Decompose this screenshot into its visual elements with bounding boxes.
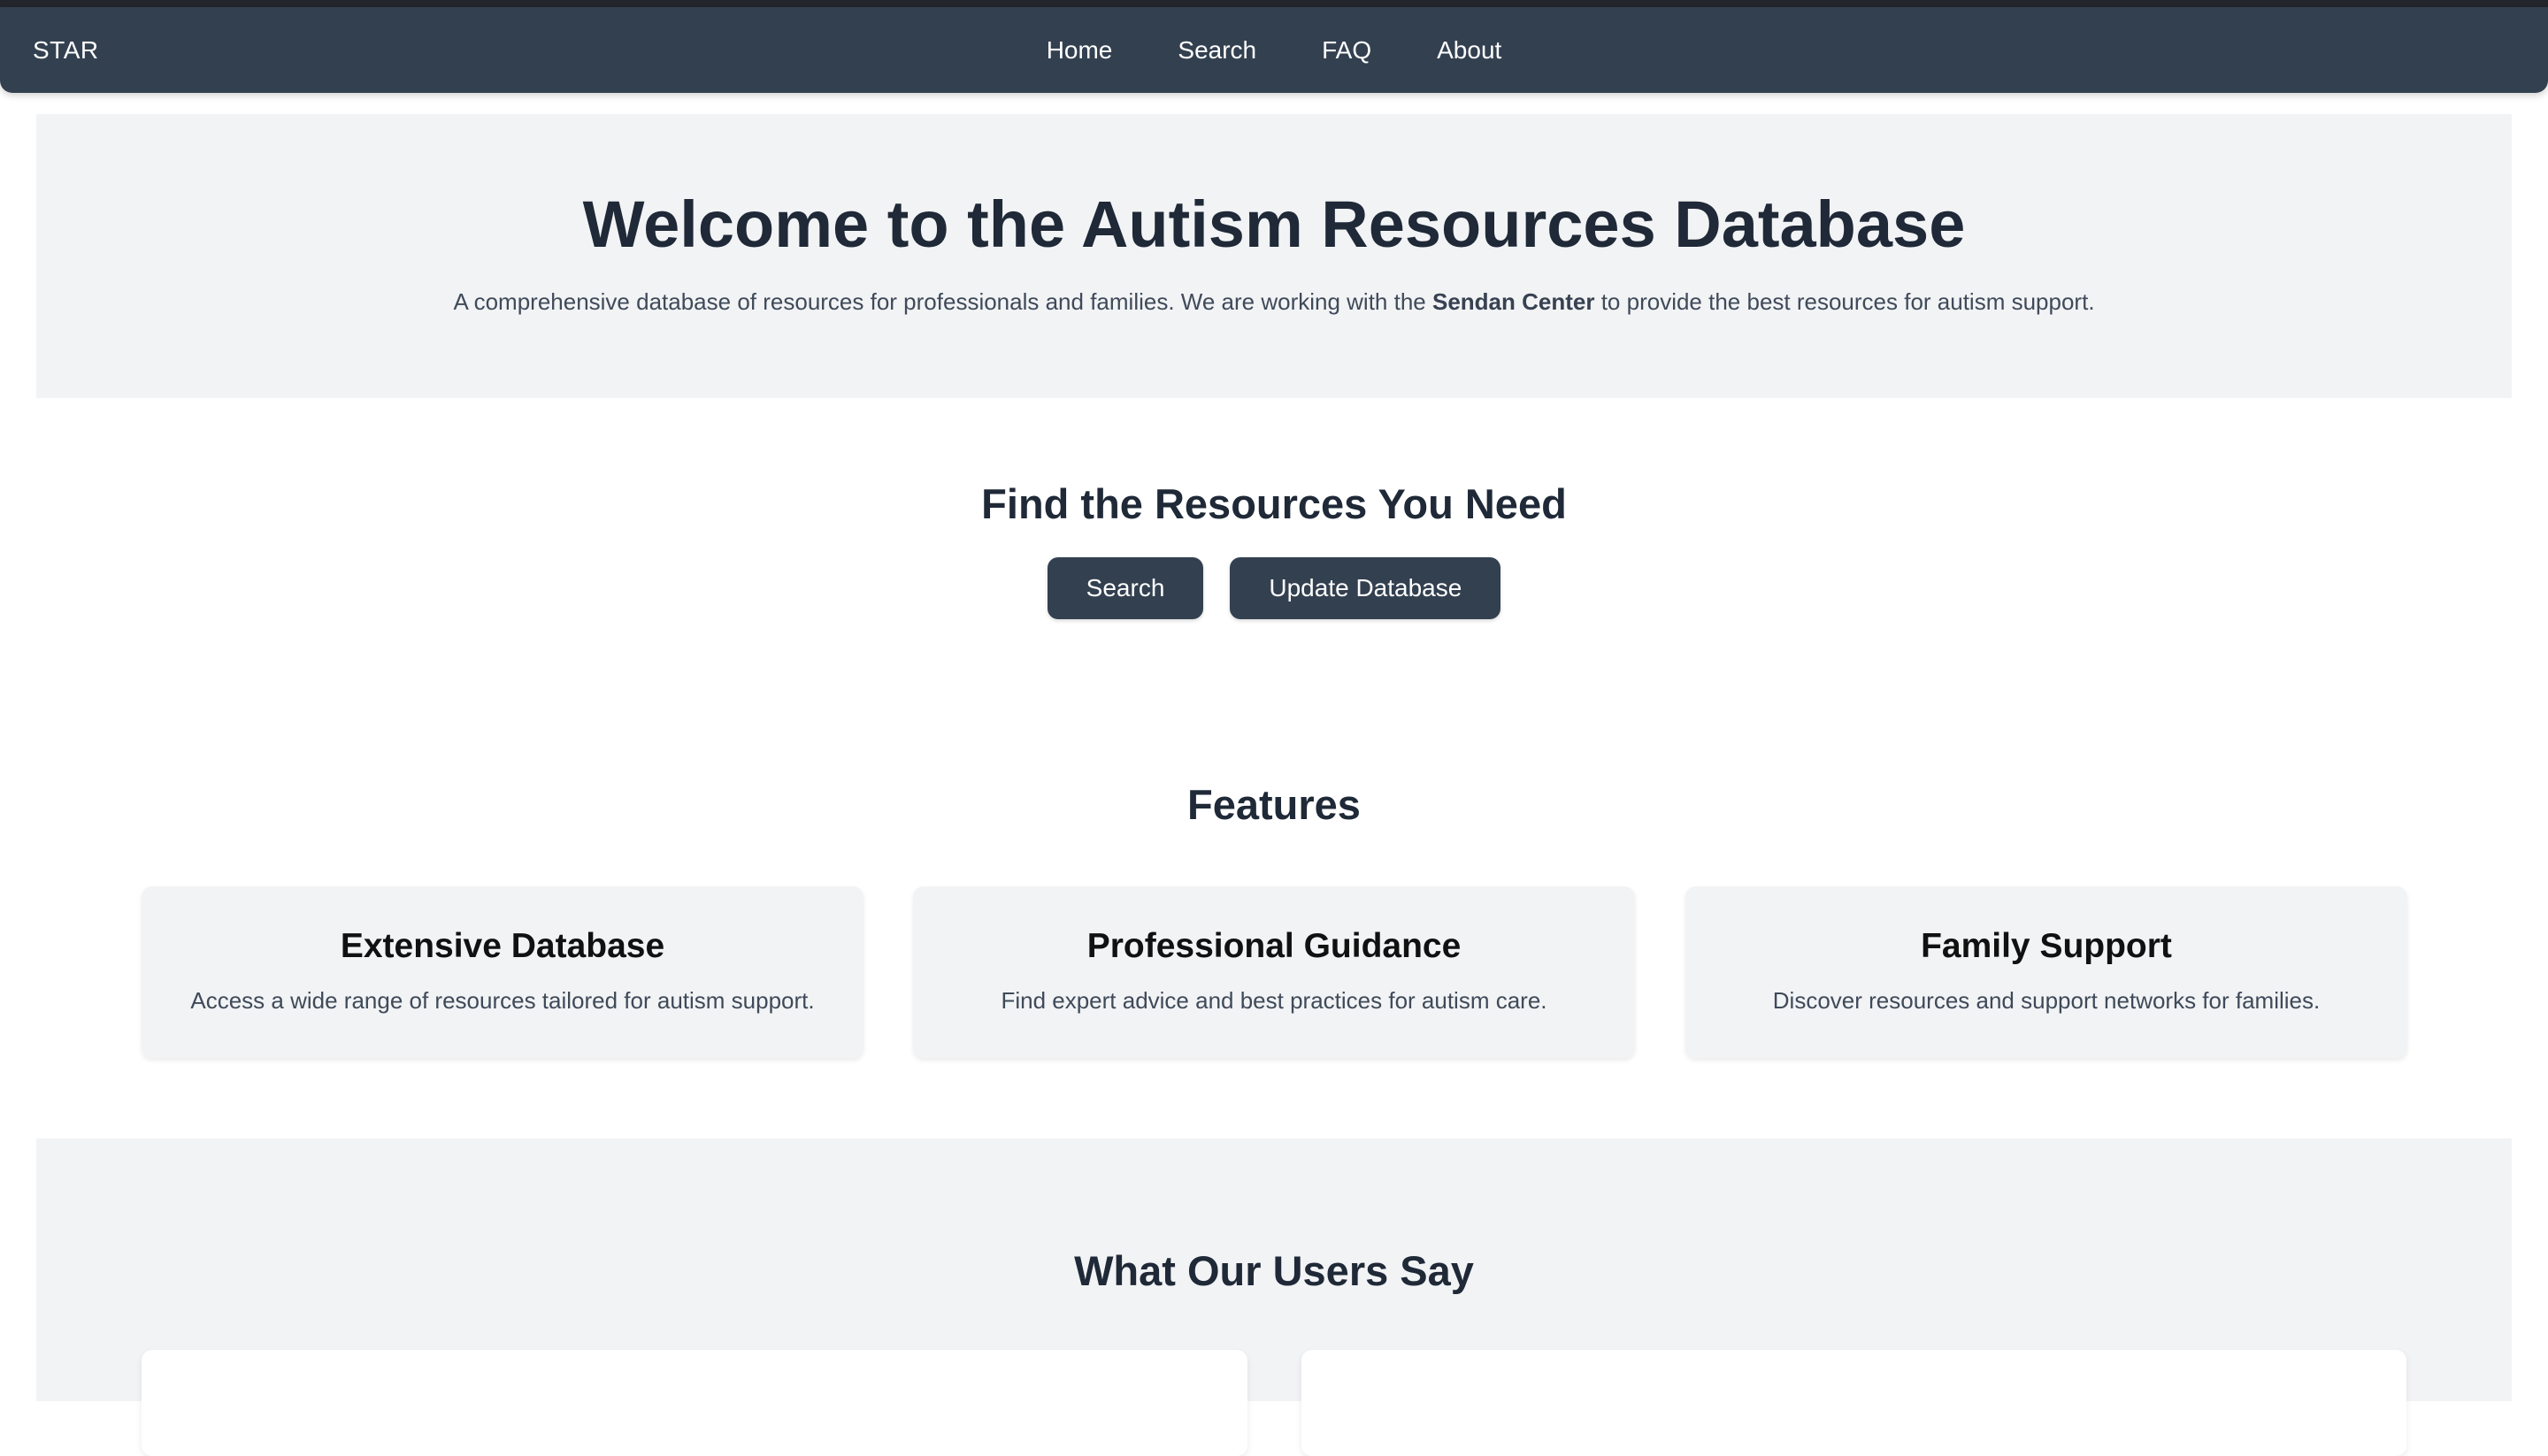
testimonial-card — [1301, 1350, 2406, 1456]
nav-link-search[interactable]: Search — [1145, 36, 1289, 65]
feature-card-title: Professional Guidance — [1086, 927, 1462, 965]
find-section: Find the Resources You Need Search Updat… — [0, 478, 2548, 619]
features-title: Features — [1187, 781, 1361, 828]
find-title: Find the Resources You Need — [981, 480, 1567, 527]
search-button[interactable]: Search — [1047, 557, 1204, 619]
top-strip — [0, 0, 2548, 7]
feature-card-family-support: Family Support Discover resources and su… — [1685, 886, 2407, 1058]
nav-link-home[interactable]: Home — [1014, 36, 1146, 65]
feature-card-title: Family Support — [1921, 927, 2172, 965]
feature-card-extensive-database: Extensive Database Access a wide range o… — [142, 886, 863, 1058]
testimonials-title: What Our Users Say — [1074, 1247, 1474, 1294]
feature-card-text: Find expert advice and best practices fo… — [1001, 987, 1547, 1014]
hero-desc-before: A comprehensive database of resources fo… — [453, 288, 1432, 315]
feature-card-title: Extensive Database — [340, 927, 665, 965]
hero-title: Welcome to the Autism Resources Database — [582, 188, 1966, 261]
testimonial-card — [142, 1350, 1247, 1456]
nav-links: Home Search FAQ About — [0, 7, 2548, 93]
nav-link-faq[interactable]: FAQ — [1289, 36, 1404, 65]
feature-card-text: Discover resources and support networks … — [1772, 987, 2321, 1014]
hero-desc-partner: Sendan Center — [1431, 288, 1595, 315]
testimonials-section: What Our Users Say — [36, 1138, 2512, 1456]
feature-card-professional-guidance: Professional Guidance Find expert advice… — [913, 886, 1635, 1058]
hero-desc-after: to provide the best resources for autism… — [1594, 288, 2095, 315]
hero-section: Welcome to the Autism Resources Database… — [36, 114, 2512, 398]
navbar: STAR Home Search FAQ About — [0, 7, 2548, 93]
nav-link-about[interactable]: About — [1404, 36, 1534, 65]
update-database-button[interactable]: Update Database — [1230, 557, 1501, 619]
find-buttons: Search Update Database — [0, 557, 2548, 619]
feature-card-text: Access a wide range of resources tailore… — [190, 987, 815, 1014]
hero-description: A comprehensive database of resources fo… — [36, 287, 2512, 318]
